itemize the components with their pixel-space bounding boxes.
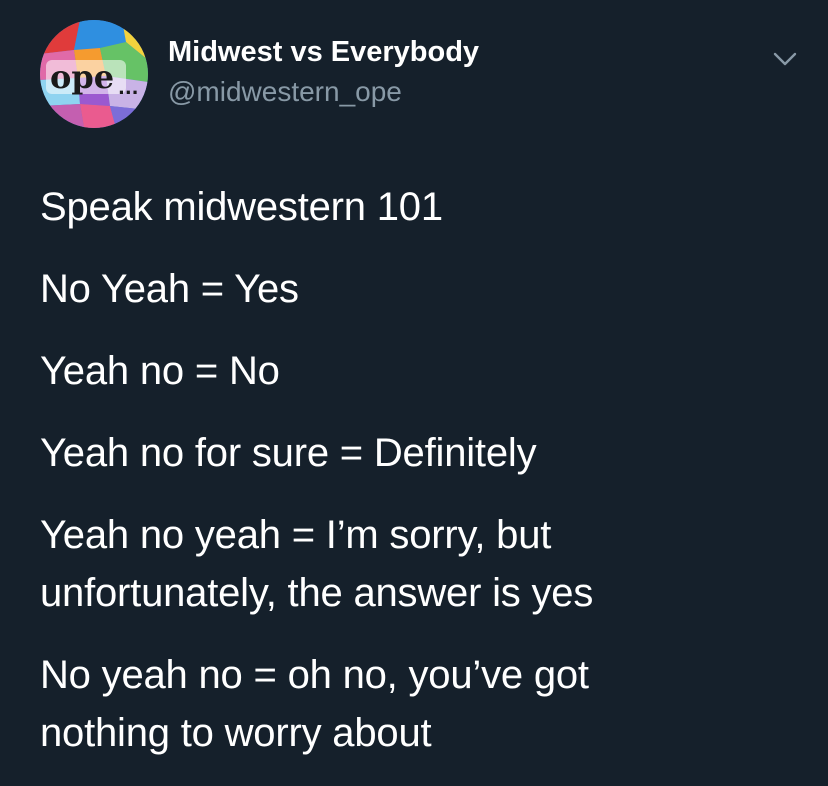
tweet-line: Yeah no for sure = Definitely: [40, 431, 537, 475]
tweet-line: No yeah no = oh no, you’ve got nothing t…: [40, 653, 589, 755]
tweet-line-title: Speak midwestern 101: [40, 185, 443, 229]
avatar[interactable]: ope ...: [40, 20, 148, 128]
tweet-line: Yeah no yeah = I’m sorry, but unfortunat…: [40, 513, 594, 615]
avatar-text: ope: [50, 58, 114, 96]
avatar-map-image: ope ...: [40, 20, 148, 128]
tweet-line: No Yeah = Yes: [40, 267, 299, 311]
tweet-line: Yeah no = No: [40, 349, 280, 393]
avatar-dots: ...: [118, 78, 139, 99]
tweet-header: ope ... Midwest vs Everybody @midwestern…: [40, 20, 800, 130]
chevron-down-icon[interactable]: [770, 44, 800, 74]
display-name[interactable]: Midwest vs Everybody: [168, 34, 479, 70]
account-handle[interactable]: @midwestern_ope: [168, 74, 479, 110]
tweet-text: Speak midwestern 101 No Yeah = Yes Yeah …: [40, 178, 800, 786]
account-names: Midwest vs Everybody @midwestern_ope: [168, 34, 479, 110]
